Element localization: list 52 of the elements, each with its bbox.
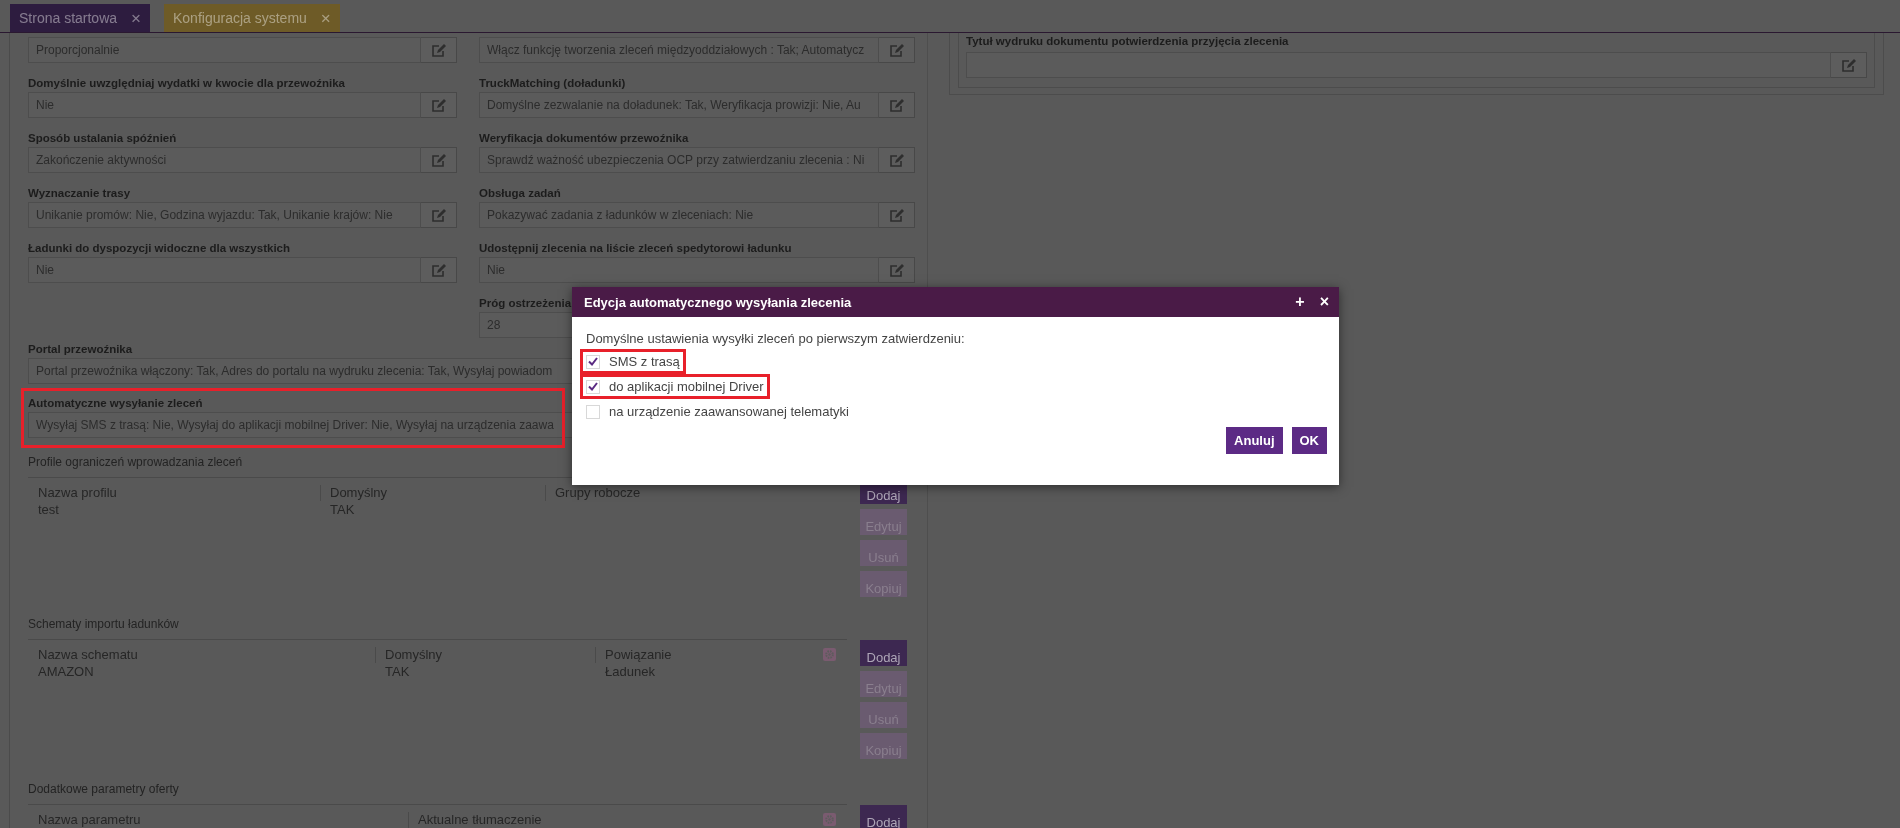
edit-icon (888, 207, 905, 223)
field-label: Udostępnij zlecenia na liście zleceń spedytorowi ładunku (479, 241, 792, 256)
edit-icon (888, 262, 905, 278)
edit-icon (430, 207, 447, 223)
settings-icon[interactable] (823, 813, 836, 826)
edit-icon (430, 97, 447, 113)
edit-icon (430, 42, 447, 58)
field-label: Domyślnie uwzględniaj wydatki w kwocie dla przewoźnika (28, 76, 345, 91)
edit-button[interactable] (421, 202, 457, 228)
settings-icon[interactable] (823, 648, 836, 661)
edit-button[interactable] (421, 92, 457, 118)
field-label: Automatyczne wysyłanie zleceń (28, 396, 203, 411)
cancel-button[interactable]: Anuluj (1226, 427, 1283, 454)
edit-button[interactable] (879, 147, 915, 173)
field-label: Sposób ustalania spóźnień (28, 131, 177, 146)
edit-button[interactable] (879, 92, 915, 118)
checkbox[interactable] (586, 404, 600, 419)
close-button[interactable]: × (1319, 294, 1329, 310)
field-label: Wyznaczanie trasy (28, 186, 131, 201)
field-label: Obsługa zadań (479, 186, 561, 201)
field-label: Ładunki do dyspozycji widoczne dla wszystkich (28, 241, 290, 256)
tab-title: Strona startowa (19, 10, 118, 26)
field-label: Portal przewoźnika (28, 342, 133, 357)
edit-button[interactable] (421, 37, 457, 63)
dialog-prompt: Domyślne ustawienia wysyłki zleceń po pierwszym zatwierdzeniu: (586, 330, 966, 348)
edit-button[interactable] (879, 202, 915, 228)
check-icon (588, 357, 598, 366)
edit-button[interactable] (421, 257, 457, 283)
dialog-title: Edycja automatycznego wysyłania zlecenia (584, 294, 853, 310)
checkbox[interactable] (586, 379, 600, 394)
tab[interactable]: Strona startowa × (10, 4, 150, 32)
edit-icon (1840, 57, 1857, 73)
edit-icon (430, 152, 447, 168)
edit-icon (888, 152, 905, 168)
table-action-button[interactable]: Dodaj (860, 640, 907, 666)
edit-icon (888, 97, 905, 113)
check-icon (588, 382, 598, 391)
tab[interactable]: Konfiguracja systemu × (164, 4, 340, 32)
field-label: Weryfikacja dokumentów przewoźnika (479, 131, 689, 146)
edit-button[interactable] (879, 37, 915, 63)
edit-icon (888, 42, 905, 58)
edit-button[interactable] (879, 257, 915, 283)
tab-title: Konfiguracja systemu (173, 10, 307, 26)
checkbox[interactable] (586, 354, 600, 369)
edit-button[interactable] (1831, 52, 1867, 78)
ok-button[interactable]: OK (1291, 427, 1327, 454)
edit-icon (430, 262, 447, 278)
field-label: Tytuł wydruku dokumentu potwierdzenia przyjęcia zlecenia (966, 34, 1289, 49)
expand-button[interactable]: + (1295, 294, 1305, 310)
field-label: Próg ostrzeżenia (479, 296, 572, 311)
field-label: TruckMatching (doładunki) (479, 76, 626, 91)
edit-button[interactable] (421, 147, 457, 173)
